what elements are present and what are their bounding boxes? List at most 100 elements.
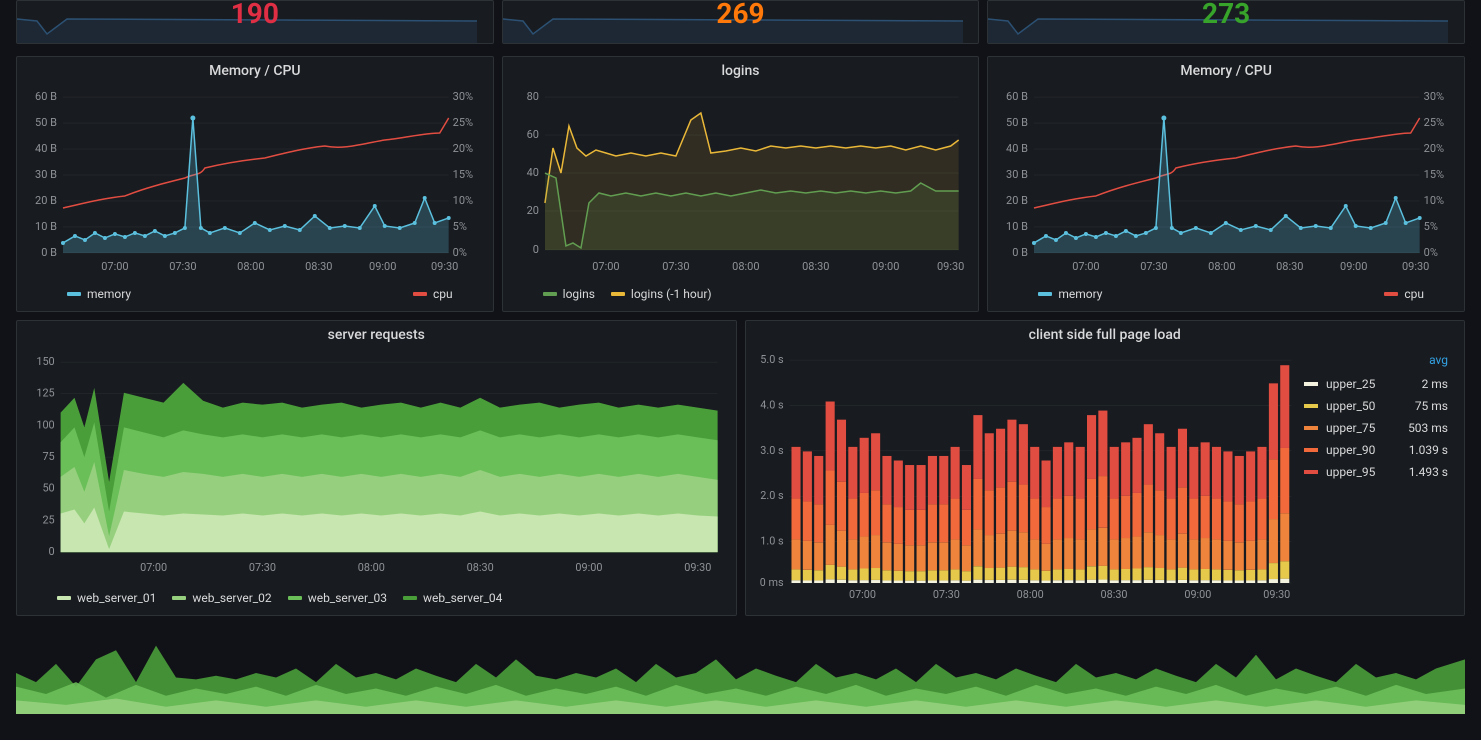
svg-text:07:30: 07:30: [932, 588, 959, 600]
svg-text:07:00: 07:00: [592, 260, 619, 273]
svg-text:30 B: 30 B: [1006, 168, 1028, 181]
legend-item-cpu[interactable]: cpu: [413, 287, 483, 301]
svg-text:09:00: 09:00: [369, 260, 396, 273]
page-load-legend: avg upper_25 2 ms upper_50 75 ms upper_7…: [1296, 349, 1456, 600]
svg-text:08:00: 08:00: [732, 260, 759, 273]
svg-text:0: 0: [532, 243, 538, 256]
svg-text:09:30: 09:30: [1402, 260, 1429, 273]
svg-text:08:30: 08:30: [802, 260, 829, 273]
svg-text:09:00: 09:00: [575, 561, 602, 574]
svg-text:09:00: 09:00: [1184, 588, 1211, 600]
svg-text:5%: 5%: [453, 220, 467, 233]
row-charts-2: server requests 150 125 100 75 50 25 0: [0, 312, 1481, 624]
memcpu-panel-2[interactable]: Memory / CPU 60 B 50 B 40 B 30 B 20 B 10…: [987, 56, 1465, 312]
svg-text:25%: 25%: [1424, 116, 1444, 129]
svg-text:0%: 0%: [1424, 246, 1438, 259]
svg-text:0 B: 0 B: [1013, 246, 1029, 259]
server-legend: web_server_01 web_server_02 web_server_0…: [17, 585, 736, 615]
legend-item-memory[interactable]: memory: [67, 287, 131, 301]
svg-text:30 B: 30 B: [35, 168, 57, 181]
svg-text:07:30: 07:30: [169, 260, 196, 273]
svg-text:10%: 10%: [1424, 194, 1444, 207]
svg-text:09:30: 09:30: [1263, 588, 1290, 600]
svg-text:08:30: 08:30: [467, 561, 494, 574]
svg-text:2.0 s: 2.0 s: [760, 489, 784, 502]
page-load-chart: 5.0 s 4.0 s 3.0 s 2.0 s 1.0 s 0 ms: [754, 349, 1297, 600]
svg-text:08:30: 08:30: [305, 260, 332, 273]
svg-text:10%: 10%: [453, 194, 473, 207]
legend-item-logins-prev[interactable]: logins (-1 hour): [611, 287, 712, 301]
svg-text:4.0 s: 4.0 s: [760, 398, 784, 411]
svg-text:40 B: 40 B: [1006, 142, 1028, 155]
svg-text:125: 125: [36, 387, 54, 400]
svg-text:5.0 s: 5.0 s: [760, 353, 784, 366]
svg-text:100: 100: [36, 418, 54, 431]
svg-text:20%: 20%: [1424, 142, 1444, 155]
legend-item-memory[interactable]: memory: [1038, 287, 1102, 301]
memcpu-legend: memory cpu: [17, 281, 493, 311]
legend-item-ws1[interactable]: web_server_01: [57, 591, 156, 605]
stat-value-1: 190: [231, 0, 279, 30]
memcpu-panel-1[interactable]: Memory / CPU 60 B 50 B 40 B 30 B 20 B 10…: [16, 56, 494, 312]
svg-text:3.0 s: 3.0 s: [760, 444, 784, 457]
legend-row-upper95[interactable]: upper_95 1.493 s: [1304, 461, 1448, 483]
svg-text:07:00: 07:00: [140, 561, 167, 574]
svg-text:08:00: 08:00: [1016, 588, 1043, 600]
svg-text:0%: 0%: [453, 246, 467, 259]
legend-row-upper90[interactable]: upper_90 1.039 s: [1304, 439, 1448, 461]
svg-text:10 B: 10 B: [1006, 220, 1028, 233]
logins-chart: 80 60 40 20 0 07:00: [503, 81, 979, 281]
svg-text:08:00: 08:00: [237, 260, 264, 273]
svg-text:40: 40: [526, 166, 538, 179]
legend-header-avg[interactable]: avg: [1304, 353, 1448, 373]
svg-text:40 B: 40 B: [35, 142, 57, 155]
svg-text:50: 50: [42, 482, 54, 495]
svg-text:60: 60: [526, 128, 538, 141]
page-load-panel[interactable]: client side full page load 5.0 s 4.0 s 3…: [745, 320, 1466, 616]
svg-text:08:00: 08:00: [1208, 260, 1235, 273]
legend-item-cpu[interactable]: cpu: [1384, 287, 1454, 301]
legend-item-ws3[interactable]: web_server_03: [288, 591, 387, 605]
svg-text:25: 25: [42, 513, 54, 526]
svg-text:08:30: 08:30: [1276, 260, 1303, 273]
panel-title: logins: [503, 57, 979, 81]
legend-row-upper25[interactable]: upper_25 2 ms: [1304, 373, 1448, 395]
stat-value-3: 273: [1202, 0, 1250, 30]
logins-legend: logins logins (-1 hour): [503, 281, 979, 311]
svg-text:09:00: 09:00: [1340, 260, 1367, 273]
svg-text:07:00: 07:00: [101, 260, 128, 273]
stat-panel-2[interactable]: 269: [502, 0, 980, 44]
svg-text:20 B: 20 B: [1006, 194, 1028, 207]
legend-item-ws2[interactable]: web_server_02: [172, 591, 271, 605]
stat-value-2: 269: [716, 0, 764, 30]
svg-text:1.0 s: 1.0 s: [760, 535, 784, 548]
bottom-sparkline-panel[interactable]: [0, 624, 1481, 714]
svg-text:25%: 25%: [453, 116, 473, 129]
memcpu-chart-2: 60 B 50 B 40 B 30 B 20 B 10 B 0 B 30% 25…: [988, 81, 1464, 281]
logins-panel[interactable]: logins 80 60 40 20 0: [502, 56, 980, 312]
panel-title: Memory / CPU: [17, 57, 493, 81]
svg-text:07:30: 07:30: [249, 561, 276, 574]
server-requests-panel[interactable]: server requests 150 125 100 75 50 25 0: [16, 320, 737, 616]
svg-text:30%: 30%: [453, 90, 473, 103]
svg-text:09:30: 09:30: [684, 561, 711, 574]
svg-text:20 B: 20 B: [35, 194, 57, 207]
svg-text:60 B: 60 B: [35, 90, 57, 103]
stat-row: 190 269 273: [0, 0, 1481, 48]
stat-panel-1[interactable]: 190: [16, 0, 494, 44]
legend-row-upper75[interactable]: upper_75 503 ms: [1304, 417, 1448, 439]
legend-item-ws4[interactable]: web_server_04: [403, 591, 502, 605]
svg-text:80: 80: [526, 90, 538, 103]
stat-panel-3[interactable]: 273: [987, 0, 1465, 44]
svg-text:0 ms: 0 ms: [759, 576, 783, 589]
svg-text:07:00: 07:00: [848, 588, 875, 600]
svg-text:15%: 15%: [1424, 168, 1444, 181]
panel-title: client side full page load: [746, 321, 1465, 345]
svg-text:09:30: 09:30: [431, 260, 458, 273]
legend-item-logins[interactable]: logins: [543, 287, 595, 301]
legend-row-upper50[interactable]: upper_50 75 ms: [1304, 395, 1448, 417]
bottom-sparkline: [16, 632, 1465, 714]
svg-text:09:00: 09:00: [872, 260, 899, 273]
svg-text:5%: 5%: [1424, 220, 1438, 233]
memcpu-legend-2: memory cpu: [988, 281, 1464, 311]
